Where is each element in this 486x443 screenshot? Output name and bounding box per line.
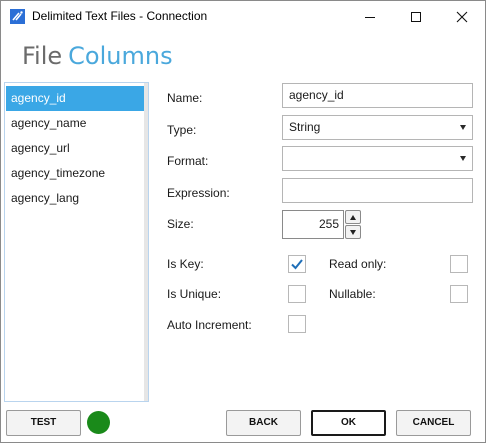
is-key-label: Is Key: [167, 257, 204, 271]
list-item[interactable]: agency_name [6, 111, 145, 136]
list-item[interactable]: agency_lang [6, 186, 145, 211]
app-icon [10, 9, 25, 24]
format-select[interactable] [282, 146, 473, 171]
size-field[interactable]: 255 [282, 210, 344, 239]
is-unique-label: Is Unique: [167, 287, 222, 301]
columns-list-scrollbar[interactable] [144, 83, 148, 401]
tab-columns[interactable]: Columns [68, 42, 172, 70]
expression-field[interactable] [282, 178, 473, 203]
list-item[interactable]: agency_timezone [6, 161, 145, 186]
columns-list[interactable]: agency_id agency_name agency_url agency_tim… [4, 82, 149, 402]
chevron-down-icon [460, 125, 466, 130]
list-item[interactable]: agency_id [6, 86, 145, 111]
list-item[interactable]: agency_url [6, 136, 145, 161]
close-icon [456, 11, 468, 22]
is-key-checkbox[interactable] [288, 255, 306, 273]
checkmark-icon [291, 259, 303, 270]
type-select[interactable]: String [282, 115, 473, 140]
expression-label: Expression: [167, 186, 230, 200]
size-increment-button[interactable] [345, 210, 361, 224]
connection-window: Delimited Text Files - Connection File Co… [0, 0, 486, 443]
maximize-button[interactable] [393, 1, 439, 32]
columns-list-items: agency_id agency_name agency_url agency_tim… [6, 86, 145, 211]
maximize-icon [411, 11, 421, 22]
size-decrement-button[interactable] [345, 225, 361, 239]
back-button[interactable]: BACK [226, 410, 301, 436]
type-select-value: String [289, 120, 321, 134]
ok-button[interactable]: OK [311, 410, 386, 436]
name-label: Name: [167, 91, 203, 105]
chevron-down-icon [460, 156, 466, 161]
nullable-checkbox[interactable] [450, 285, 468, 303]
page-tabs: File Columns [22, 42, 173, 70]
tab-file[interactable]: File [22, 42, 62, 70]
minimize-icon [365, 16, 375, 18]
close-button[interactable] [439, 1, 485, 32]
title-bar: Delimited Text Files - Connection [1, 1, 485, 32]
minimize-button[interactable] [347, 1, 393, 32]
auto-increment-checkbox[interactable] [288, 315, 306, 333]
read-only-checkbox[interactable] [450, 255, 468, 273]
nullable-label: Nullable: [329, 287, 376, 301]
format-label: Format: [167, 154, 209, 168]
window-title: Delimited Text Files - Connection [32, 9, 208, 23]
is-unique-checkbox[interactable] [288, 285, 306, 303]
type-label: Type: [167, 123, 197, 137]
cancel-button[interactable]: CANCEL [396, 410, 471, 436]
connection-status-indicator [87, 411, 110, 434]
test-button[interactable]: TEST [6, 410, 81, 436]
size-label: Size: [167, 217, 194, 231]
name-field[interactable]: agency_id [282, 83, 473, 108]
size-stepper: 255 [282, 210, 361, 239]
auto-increment-label: Auto Increment: [167, 318, 252, 332]
read-only-label: Read only: [329, 257, 387, 271]
